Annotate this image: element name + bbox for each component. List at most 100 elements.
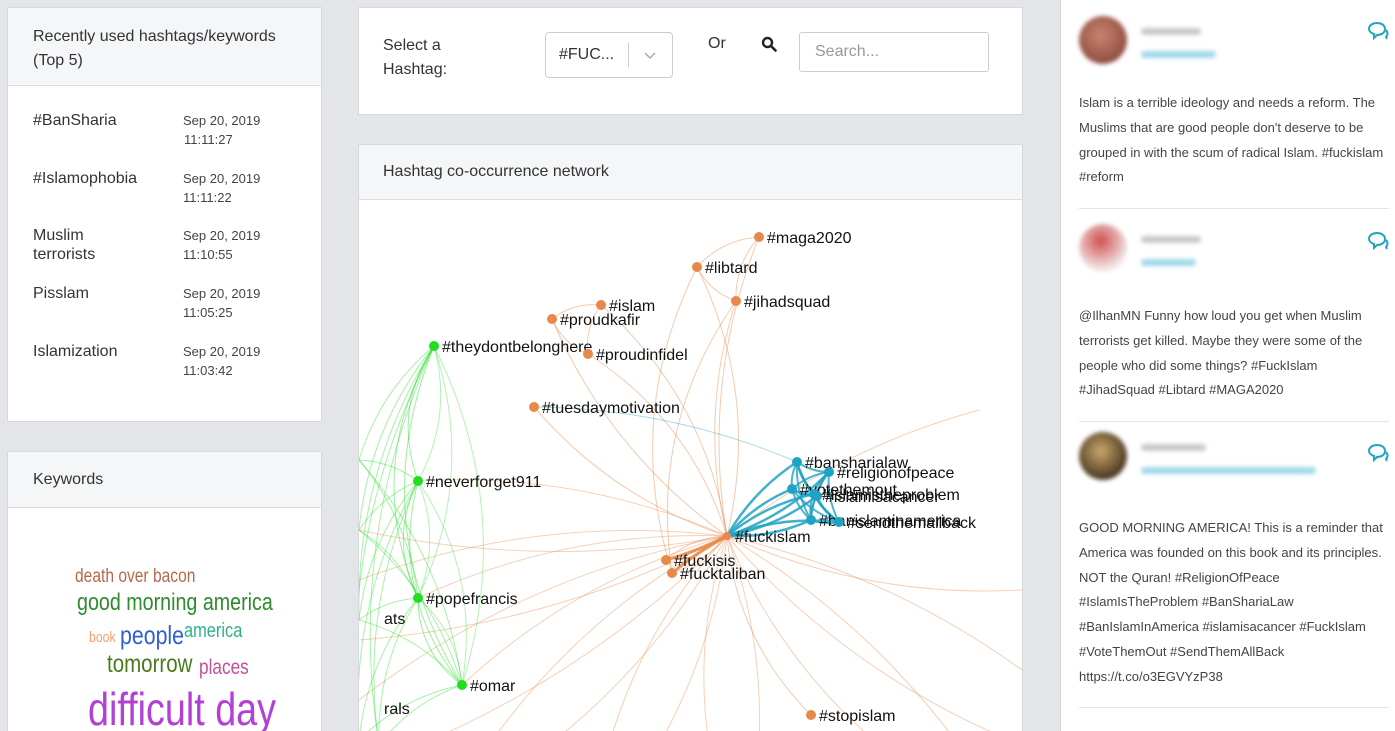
recent-item-tag[interactable]: Muslim terrorists bbox=[33, 226, 133, 264]
network-node[interactable] bbox=[529, 402, 539, 412]
divider bbox=[1079, 421, 1389, 422]
network-title: Hashtag co-occurrence network bbox=[359, 145, 1022, 200]
avatar bbox=[1079, 432, 1127, 480]
keyword-word[interactable]: people bbox=[120, 620, 184, 651]
recent-hashtags-title: Recently used hashtags/keywords (Top 5) bbox=[8, 8, 321, 86]
network-edge bbox=[417, 597, 463, 686]
keyword-word[interactable]: death over bacon bbox=[75, 566, 195, 588]
network-edge bbox=[718, 236, 760, 537]
network-node-label[interactable]: #neverforget911 bbox=[426, 474, 541, 491]
search-icon bbox=[761, 36, 777, 52]
network-node-label[interactable]: #jihadsquad bbox=[744, 294, 830, 311]
network-node[interactable] bbox=[547, 314, 557, 324]
or-label: Or bbox=[708, 35, 726, 52]
network-graph[interactable]: #maga2020#libtard#jihadsquad#islam#proud… bbox=[359, 200, 1022, 731]
network-node[interactable] bbox=[834, 517, 844, 527]
network-node[interactable] bbox=[731, 296, 741, 306]
network-node[interactable] bbox=[792, 457, 802, 467]
keyword-word[interactable]: difficult day bbox=[88, 682, 276, 731]
recent-item-timestamp: Sep 20, 2019 11:11:27 bbox=[183, 113, 261, 147]
network-node-label[interactable]: #fuckislam bbox=[735, 529, 811, 546]
network-edge bbox=[417, 597, 463, 686]
network-node[interactable] bbox=[457, 680, 467, 690]
network-node-label[interactable]: #fucktaliban bbox=[680, 566, 765, 583]
recent-item-timestamp: Sep 20, 2019 11:11:22 bbox=[183, 171, 261, 205]
network-edge bbox=[359, 345, 435, 620]
network-node[interactable] bbox=[596, 300, 606, 310]
keyword-word[interactable]: good morning america bbox=[77, 589, 273, 617]
hashtag-network-panel: Hashtag co-occurrence network #maga2020 #… bbox=[358, 144, 1023, 731]
network-node[interactable] bbox=[787, 484, 797, 494]
recent-item-timestamp: Sep 20, 2019 11:03:42 bbox=[183, 344, 261, 378]
network-node-label[interactable]: #islamistheproblem bbox=[822, 487, 960, 504]
network-edge bbox=[417, 480, 431, 599]
tweet-username-blurred[interactable] bbox=[1141, 259, 1196, 266]
tweet-text: @IlhanMN Funny how loud you get when Mus… bbox=[1079, 308, 1363, 398]
recent-item-tag[interactable]: #Islamophobia bbox=[33, 169, 173, 188]
network-edge bbox=[726, 535, 991, 731]
network-node[interactable] bbox=[809, 489, 819, 499]
avatar bbox=[1079, 224, 1127, 272]
tweets-feed: Islam is a terrible ideology and needs a… bbox=[1060, 0, 1395, 731]
comment-icon[interactable] bbox=[1367, 444, 1389, 462]
network-node-label[interactable]: #omar bbox=[470, 678, 516, 695]
network-edge bbox=[726, 535, 1022, 671]
select-hashtag-label: Select a Hashtag: bbox=[383, 37, 448, 78]
network-node-label[interactable]: #maga2020 bbox=[767, 230, 852, 247]
network-node[interactable] bbox=[583, 349, 593, 359]
network-node[interactable] bbox=[667, 568, 677, 578]
avatar bbox=[1079, 16, 1127, 64]
network-node-label[interactable]: #libtard bbox=[705, 260, 757, 277]
network-node-label[interactable]: #theydontbelonghere bbox=[442, 339, 592, 356]
tweet-text: GOOD MORNING AMERICA! This is a reminder… bbox=[1079, 520, 1383, 684]
network-node[interactable] bbox=[661, 555, 671, 565]
network-node[interactable] bbox=[806, 710, 816, 720]
tweet-date-blurred bbox=[1141, 236, 1201, 243]
recent-hashtags-panel: Recently used hashtags/keywords (Top 5) … bbox=[7, 7, 322, 422]
network-edge bbox=[359, 535, 728, 701]
tweet-username-blurred[interactable] bbox=[1141, 51, 1216, 58]
network-node-label[interactable]: #popefrancis bbox=[426, 591, 518, 608]
network-node[interactable] bbox=[806, 515, 816, 525]
recent-item-tag[interactable]: Islamization bbox=[33, 342, 173, 361]
network-node-label[interactable]: #sendthemallback bbox=[847, 515, 977, 532]
recent-item-tag[interactable]: #BanSharia bbox=[33, 111, 173, 130]
keyword-word[interactable]: book bbox=[89, 629, 116, 646]
recent-item-tag[interactable]: Pisslam bbox=[33, 284, 173, 303]
hashtag-dropdown-value: #FUC... bbox=[559, 46, 615, 63]
network-node[interactable] bbox=[429, 341, 439, 351]
network-node-label[interactable]: rals bbox=[384, 701, 410, 718]
comment-icon[interactable] bbox=[1367, 22, 1389, 40]
hashtag-selector-panel: Select a Hashtag: #FUC... Or bbox=[358, 7, 1023, 115]
keyword-word[interactable]: america bbox=[184, 620, 242, 643]
network-edge bbox=[359, 480, 419, 531]
network-node[interactable] bbox=[692, 262, 702, 272]
search-input[interactable] bbox=[799, 32, 989, 72]
divider bbox=[1079, 707, 1389, 708]
hashtag-dropdown[interactable]: #FUC... bbox=[545, 32, 673, 78]
network-node[interactable] bbox=[413, 476, 423, 486]
network-node-label[interactable]: #tuesdaymotivation bbox=[542, 400, 680, 417]
network-node-label[interactable]: #stopislam bbox=[819, 708, 895, 725]
comment-icon[interactable] bbox=[1367, 232, 1389, 250]
recent-item-timestamp: Sep 20, 2019 11:10:55 bbox=[183, 228, 261, 262]
tweet-date-blurred bbox=[1141, 28, 1201, 35]
network-edge bbox=[696, 266, 740, 537]
tweet-date-blurred bbox=[1141, 444, 1206, 451]
network-node[interactable] bbox=[413, 593, 423, 603]
keyword-word[interactable]: tomorrow bbox=[107, 650, 192, 679]
keywords-title: Keywords bbox=[8, 452, 321, 508]
network-node-label[interactable]: #proudkafir bbox=[560, 312, 641, 329]
network-edge bbox=[533, 406, 728, 537]
network-node-label[interactable]: #religionofpeace bbox=[837, 465, 955, 482]
tweet-username-blurred[interactable] bbox=[1141, 467, 1316, 474]
network-node-label[interactable]: #proudinfidel bbox=[596, 347, 688, 364]
network-node[interactable] bbox=[754, 232, 764, 242]
network-node[interactable] bbox=[824, 467, 834, 477]
tweet-text: Islam is a terrible ideology and needs a… bbox=[1079, 95, 1384, 185]
keyword-word[interactable]: places bbox=[199, 656, 249, 680]
divider bbox=[1079, 208, 1389, 209]
network-node-label[interactable]: ats bbox=[384, 611, 405, 628]
network-node[interactable] bbox=[723, 532, 731, 540]
dropdown-separator bbox=[628, 43, 629, 67]
